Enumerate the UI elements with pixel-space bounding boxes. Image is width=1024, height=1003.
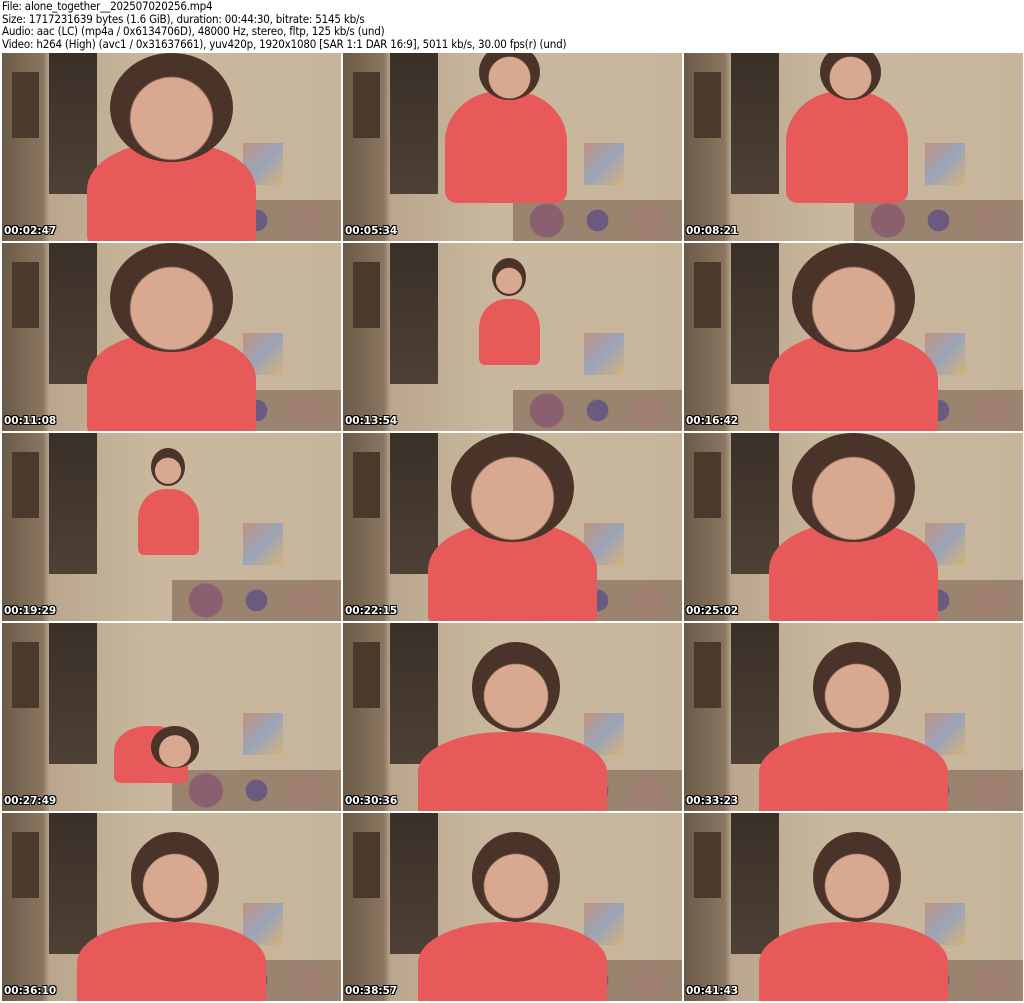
video-frame-thumbnail: 00:27:49 — [2, 623, 341, 811]
wall-poster — [12, 831, 40, 898]
wall-poster — [353, 451, 381, 518]
video-frame-thumbnail: 00:41:43 — [684, 813, 1023, 1001]
video-frame-thumbnail: 00:08:21 — [684, 53, 1023, 241]
wall-poster — [694, 261, 722, 328]
frame-timestamp: 00:36:10 — [4, 985, 57, 997]
person-head — [792, 243, 915, 353]
video-info: Video: h264 (High) (avc1 / 0x31637661), … — [2, 37, 567, 52]
doorway — [49, 433, 97, 574]
frame-timestamp: 00:02:47 — [4, 225, 57, 237]
frame-timestamp: 00:30:36 — [345, 795, 398, 807]
doorway — [390, 433, 438, 574]
frame-timestamp: 00:27:49 — [4, 795, 57, 807]
doorway — [731, 433, 779, 574]
person-body — [478, 299, 540, 366]
video-frame-thumbnail: 00:16:42 — [684, 243, 1023, 431]
person-head — [471, 641, 560, 733]
frame-timestamp: 00:16:42 — [686, 415, 739, 427]
file-info-header: File: alone_together__202507020256.mp4 S… — [2, 0, 567, 52]
video-frame-thumbnail: 00:25:02 — [684, 433, 1023, 621]
frame-timestamp: 00:33:23 — [686, 795, 739, 807]
frame-timestamp: 00:25:02 — [686, 605, 739, 617]
person-head — [812, 641, 901, 733]
file-name: File: alone_together__202507020256.mp4 — [2, 0, 213, 13]
person-head — [792, 433, 915, 543]
wall-poster — [694, 451, 722, 518]
doorway — [390, 243, 438, 384]
doorway — [390, 623, 438, 764]
wall-poster — [694, 71, 722, 138]
video-frame-thumbnail: 00:13:54 — [343, 243, 682, 431]
person-head — [151, 448, 186, 486]
person-head — [471, 831, 560, 923]
video-frame-thumbnail: 00:11:08 — [2, 243, 341, 431]
doorway — [731, 813, 779, 954]
frame-timestamp: 00:13:54 — [345, 415, 398, 427]
doorway — [731, 53, 779, 194]
video-frame-thumbnail: 00:38:57 — [343, 813, 682, 1001]
person-body — [758, 922, 949, 1001]
doorway — [731, 243, 779, 384]
doorway — [390, 53, 438, 194]
person-body — [137, 489, 199, 556]
person-body — [758, 732, 949, 811]
wall-poster — [12, 261, 40, 328]
video-frame-thumbnail: 00:19:29 — [2, 433, 341, 621]
doorway — [49, 53, 97, 194]
person-head — [151, 726, 199, 768]
doorway — [49, 243, 97, 384]
doorway — [49, 813, 97, 954]
thumbnail-grid: 00:02:47 00:05:34 00:08:21 00:11:08 00:13:54… — [2, 53, 1023, 1001]
frame-timestamp: 00:11:08 — [4, 415, 57, 427]
person-head — [492, 258, 527, 296]
wall-poster — [353, 261, 381, 328]
plush-toys — [853, 199, 1023, 241]
wall-poster — [242, 523, 284, 565]
wall-poster — [242, 713, 284, 755]
person-body — [417, 732, 608, 811]
person-body — [76, 922, 267, 1001]
plush-toys — [171, 769, 341, 811]
wall-poster — [353, 641, 381, 708]
wall-poster — [583, 143, 625, 185]
wall-poster — [694, 641, 722, 708]
doorway — [731, 623, 779, 764]
frame-timestamp: 00:05:34 — [345, 225, 398, 237]
frame-timestamp: 00:19:29 — [4, 605, 57, 617]
wall-poster — [353, 831, 381, 898]
wall-poster — [12, 71, 40, 138]
video-frame-thumbnail: 00:05:34 — [343, 53, 682, 241]
video-frame-thumbnail: 00:02:47 — [2, 53, 341, 241]
person-head — [130, 831, 219, 923]
video-frame-thumbnail: 00:36:10 — [2, 813, 341, 1001]
wall-poster — [583, 333, 625, 375]
person-head — [110, 53, 233, 163]
frame-timestamp: 00:22:15 — [345, 605, 398, 617]
video-frame-thumbnail: 00:33:23 — [684, 623, 1023, 811]
wall-poster — [694, 831, 722, 898]
video-frame-thumbnail: 00:30:36 — [343, 623, 682, 811]
wall-poster — [12, 451, 40, 518]
person-head — [110, 243, 233, 353]
video-frame-thumbnail: 00:22:15 — [343, 433, 682, 621]
plush-toys — [512, 389, 682, 431]
person-body — [444, 90, 567, 204]
person-head — [451, 433, 574, 543]
doorway — [49, 623, 97, 764]
plush-toys — [171, 579, 341, 621]
person-body — [417, 922, 608, 1001]
person-body — [785, 90, 908, 204]
person-head — [812, 831, 901, 923]
frame-timestamp: 00:38:57 — [345, 985, 398, 997]
wall-poster — [924, 143, 966, 185]
plush-toys — [512, 199, 682, 241]
frame-timestamp: 00:08:21 — [686, 225, 739, 237]
doorway — [390, 813, 438, 954]
wall-poster — [12, 641, 40, 708]
wall-poster — [353, 71, 381, 138]
frame-timestamp: 00:41:43 — [686, 985, 739, 997]
